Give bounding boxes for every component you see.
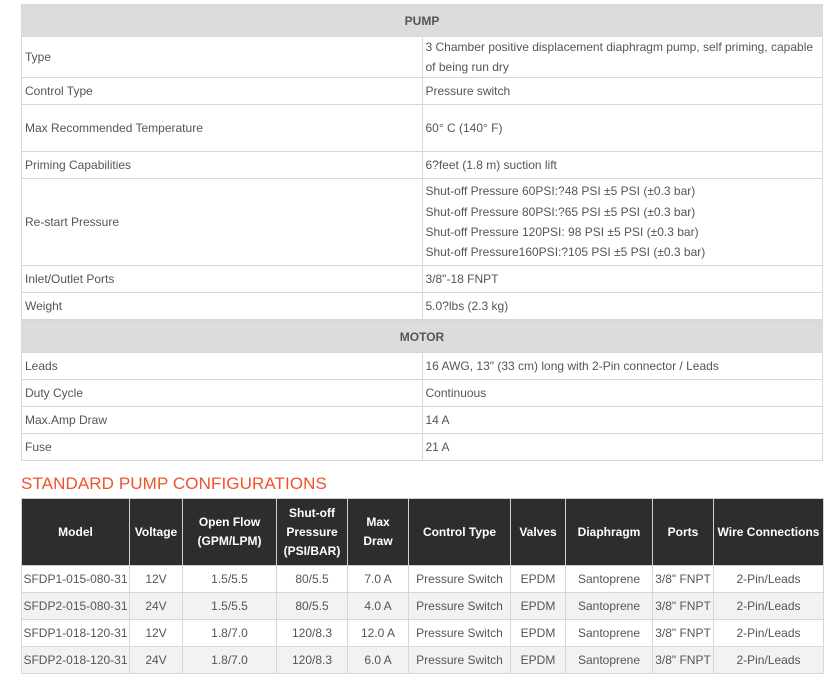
table-cell: Santoprene [565,619,653,647]
spec-value: 5.0?lbs (2.3 kg) [421,292,823,320]
spec-row-control-type: Control Type Pressure switch [21,77,823,105]
table-cell: 3/8" FNPT [652,565,714,593]
table-cell: EPDM [510,646,566,674]
table-cell: 1.8/7.0 [182,619,277,647]
spec-row-weight: Weight 5.0?lbs (2.3 kg) [21,292,823,320]
spec-value: 60° C (140° F) [421,104,823,152]
spec-value: 6?feet (1.8 m) suction lift [421,151,823,179]
table-cell: Santoprene [565,592,653,620]
table-cell: 12.0 A [347,619,409,647]
table-cell: 12V [129,565,183,593]
column-header: Valves [510,498,566,566]
pump-spec-table: PUMP Type 3 Chamber positive displacemen… [21,4,823,320]
table-cell: 24V [129,592,183,620]
table-cell: 2-Pin/Leads [713,646,824,674]
spec-label: Priming Capabilities [21,151,423,179]
spec-value-list: Shut-off Pressure 60PSI:?48 PSI ±5 PSI (… [421,178,823,266]
column-header: Shut-off Pressure (PSI/BAR) [276,498,348,566]
spec-row-leads: Leads 16 AWG, 13" (33 cm) long with 2-Pi… [21,352,823,380]
table-cell: 2-Pin/Leads [713,592,824,620]
table-row: SFDP1-015-080-31 12V 1.5/5.5 80/5.5 7.0 … [21,565,824,593]
table-cell: Santoprene [565,646,653,674]
table-cell: EPDM [510,592,566,620]
spec-label: Max.Amp Draw [21,406,423,434]
spec-row-amp-draw: Max.Amp Draw 14 A [21,406,823,434]
spec-row-restart-pressure: Re-start Pressure Shut-off Pressure 60PS… [21,178,823,266]
spec-label: Fuse [21,433,423,461]
table-cell: 7.0 A [347,565,409,593]
spec-label: Control Type [21,77,423,105]
spec-row-fuse: Fuse 21 A [21,433,823,461]
table-cell: SFDP1-018-120-31 [21,619,130,647]
spec-value: 21 A [421,433,823,461]
column-header: Model [21,498,130,566]
spec-value: Pressure switch [421,77,823,105]
table-cell: SFDP2-015-080-31 [21,592,130,620]
spec-label: Max Recommended Temperature [21,104,423,152]
pump-table-header: PUMP [21,4,823,37]
table-cell: Pressure Switch [408,592,511,620]
table-cell: 80/5.5 [276,592,348,620]
restart-pressure-line: Shut-off Pressure 120PSI: 98 PSI ±5 PSI … [425,225,699,239]
table-cell: 6.0 A [347,646,409,674]
table-cell: 120/8.3 [276,646,348,674]
spec-row-temperature: Max Recommended Temperature 60° C (140° … [21,104,823,152]
table-cell: 80/5.5 [276,565,348,593]
column-header: Wire Connections [713,498,824,566]
restart-pressure-line: Shut-off Pressure 60PSI:?48 PSI ±5 PSI (… [425,184,696,199]
table-cell: Pressure Switch [408,565,511,593]
spec-value: 3/8"-18 FNPT [421,265,823,293]
table-cell: SFDP1-015-080-31 [21,565,130,593]
table-cell: 3/8" FNPT [652,646,714,674]
table-cell: 3/8" FNPT [652,592,714,620]
spec-value: 14 A [421,406,823,434]
restart-pressure-line: Shut-off Pressure160PSI:?105 PSI ±5 PSI … [425,245,706,260]
table-cell: Santoprene [565,565,653,593]
table-cell: 4.0 A [347,592,409,620]
spec-row-priming: Priming Capabilities 6?feet (1.8 m) suct… [21,151,823,179]
column-header: Control Type [408,498,511,566]
spec-value: 16 AWG, 13" (33 cm) long with 2-Pin conn… [421,352,823,380]
table-row: SFDP1-018-120-31 12V 1.8/7.0 120/8.3 12.… [21,619,824,647]
table-cell: 12V [129,619,183,647]
table-cell: 24V [129,646,183,674]
column-header: Voltage [129,498,183,566]
spec-label: Type [21,36,423,78]
table-cell: Pressure Switch [408,619,511,647]
spec-label: Duty Cycle [21,379,423,407]
spec-row-ports: Inlet/Outlet Ports 3/8"-18 FNPT [21,265,823,293]
motor-table-header: MOTOR [21,320,823,353]
table-cell: EPDM [510,565,566,593]
table-cell: SFDP2-018-120-31 [21,646,130,674]
spec-row-type: Type 3 Chamber positive displacement dia… [21,36,823,78]
spec-value: Continuous [421,379,823,407]
pump-configurations-table: Model Voltage Open Flow (GPM/LPM) Shut-o… [21,498,824,674]
spec-label: Inlet/Outlet Ports [21,265,423,293]
spec-label: Re-start Pressure [21,178,423,266]
table-row: SFDP2-018-120-31 24V 1.8/7.0 120/8.3 6.0… [21,646,824,674]
spec-label: Weight [21,292,423,320]
table-cell: Pressure Switch [408,646,511,674]
table-cell: 120/8.3 [276,619,348,647]
column-header: Open Flow (GPM/LPM) [182,498,277,566]
table-cell: 1.8/7.0 [182,646,277,674]
column-header: Diaphragm [565,498,653,566]
column-header: Max Draw [347,498,409,566]
column-header: Ports [652,498,714,566]
table-cell: 1.5/5.5 [182,592,277,620]
table-cell: EPDM [510,619,566,647]
table-cell: 2-Pin/Leads [713,565,824,593]
motor-spec-table: MOTOR Leads 16 AWG, 13" (33 cm) long wit… [21,320,823,461]
table-cell: 3/8" FNPT [652,619,714,647]
restart-pressure-line: Shut-off Pressure 80PSI:?65 PSI ±5 PSI (… [425,204,696,219]
configurations-title: STANDARD PUMP CONFIGURATIONS [21,474,327,493]
spec-value: 3 Chamber positive displacement diaphrag… [421,36,823,78]
spec-row-duty-cycle: Duty Cycle Continuous [21,379,823,407]
table-cell: 1.5/5.5 [182,565,277,593]
config-header-row: Model Voltage Open Flow (GPM/LPM) Shut-o… [21,498,824,566]
spec-label: Leads [21,352,423,380]
table-cell: 2-Pin/Leads [713,619,824,647]
table-row: SFDP2-015-080-31 24V 1.5/5.5 80/5.5 4.0 … [21,592,824,620]
